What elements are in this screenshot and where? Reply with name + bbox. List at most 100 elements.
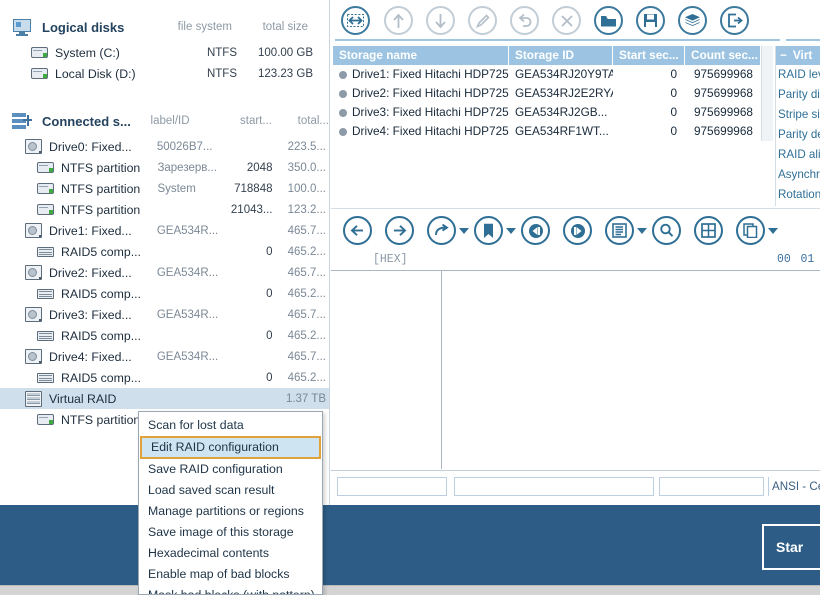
copy-pages-button[interactable]	[736, 216, 765, 245]
tree-item[interactable]: RAID5 comp... 0 465.2...	[0, 325, 329, 346]
raid-comp-icon	[36, 286, 56, 302]
move-up-button[interactable]	[384, 6, 413, 35]
raid-toolbar	[331, 0, 820, 41]
nav-forward-button[interactable]	[385, 216, 414, 245]
menu-item[interactable]: Mask bad blocks (with pattern)	[139, 585, 322, 594]
menu-item[interactable]: Hexadecimal contents	[139, 543, 322, 564]
monitor-icon	[12, 18, 34, 36]
tree-item[interactable]: Drive1: Fixed... GEA534R... 465.7...	[0, 220, 329, 241]
table-row[interactable]: Drive2: Fixed Hitachi HDP7250... GEA534RJ…	[333, 84, 761, 103]
list-item[interactable]: System (C:) NTFS 100.00 GB	[0, 42, 329, 63]
menu-item[interactable]: Enable map of bad blocks	[139, 564, 322, 585]
table-row[interactable]: Drive1: Fixed Hitachi HDP7250... GEA534RJ…	[333, 65, 761, 84]
undo-button[interactable]	[510, 6, 539, 35]
chevron-down-icon[interactable]	[637, 228, 647, 234]
save-floppy-button[interactable]	[636, 6, 665, 35]
exit-apply-button[interactable]	[720, 6, 749, 35]
column-total: total...	[297, 115, 329, 127]
tree-item-label: Drive0: Fixed...	[49, 139, 132, 154]
column-header-start-sector[interactable]: Start sec...	[613, 46, 685, 65]
open-folder-button[interactable]	[594, 6, 623, 35]
tree-item-start: 21043...	[230, 203, 273, 216]
list-item-fs: NTFS	[206, 67, 237, 80]
list-item[interactable]: Local Disk (D:) NTFS 123.23 GB	[0, 63, 329, 84]
tree-item-label: Drive1: Fixed...	[49, 223, 132, 238]
tree-item-start: 2048	[246, 161, 273, 174]
tree-item-total: 1.37 TB	[285, 392, 327, 405]
tree-item-selected[interactable]: Virtual RAID 1.37 TB	[0, 388, 329, 409]
tree-item-label: Virtual RAID	[49, 391, 117, 406]
tree-item[interactable]: NTFS partition 21043... 123.2...	[0, 199, 329, 220]
cell-start-sector: 0	[670, 105, 677, 119]
toolbar-divider	[335, 39, 780, 41]
templates-list-button[interactable]	[605, 216, 634, 245]
drive-icon	[24, 306, 44, 323]
minus-icon[interactable]: −	[780, 46, 787, 65]
logical-disks-group-header[interactable]: Logical disks file system total size	[0, 12, 329, 42]
storage-table[interactable]: Storage name Storage ID Start sec... Cou…	[333, 46, 761, 141]
menu-item[interactable]: Scan for lost data	[139, 415, 322, 436]
column-total-size: total size	[262, 21, 308, 33]
edit-pencil-button[interactable]	[468, 6, 497, 35]
partition-icon	[36, 412, 56, 428]
chevron-down-icon[interactable]	[459, 228, 469, 234]
toolbar-divider-right	[786, 39, 820, 41]
tree-item[interactable]: NTFS partition System 718848 100.0...	[0, 178, 329, 199]
search-button[interactable]	[652, 216, 681, 245]
menu-item[interactable]: Manage partitions or regions	[139, 501, 322, 522]
tree-item-label: RAID5 comp...	[61, 244, 141, 259]
start-button[interactable]: Star	[762, 524, 820, 570]
tree-item-id: System	[157, 182, 196, 195]
partition-icon	[30, 45, 50, 61]
status-field-offset[interactable]	[337, 477, 447, 496]
resize-horizontal-button[interactable]	[341, 6, 370, 35]
encoding-selector[interactable]: ANSI - Ce	[768, 477, 820, 496]
tree-item-label: Drive4: Fixed...	[49, 349, 132, 364]
chevron-down-icon[interactable]	[506, 228, 516, 234]
tree-item-total: 223.5...	[287, 140, 327, 153]
raid-comp-icon	[36, 370, 56, 386]
tree-item[interactable]: RAID5 comp... 0 465.2...	[0, 283, 329, 304]
tree-item-total: 100.0...	[287, 182, 326, 195]
nav-back-button[interactable]	[343, 216, 372, 245]
connected-storages-group-header[interactable]: Connected s... label/ID start... total..…	[0, 106, 329, 136]
property-row-label: Stripe size	[778, 108, 820, 121]
menu-item-highlighted[interactable]: Edit RAID configuration	[140, 436, 321, 459]
tree-item-id: GEA534R...	[156, 266, 219, 279]
jump-next-bookmark-button[interactable]	[563, 216, 592, 245]
bookmark-button[interactable]	[474, 216, 503, 245]
menu-item[interactable]: Save RAID configuration	[139, 459, 322, 480]
cell-storage-id: GEA534RF1WT...	[515, 124, 609, 138]
remove-close-button[interactable]	[552, 6, 581, 35]
cell-storage-name: Drive1: Fixed Hitachi HDP7250...	[333, 65, 509, 84]
tree-item[interactable]: NTFS partition Зарезерв... 2048 350.0...	[0, 157, 329, 178]
column-header-count-sector[interactable]: Count sec...	[685, 46, 761, 65]
tree-item[interactable]: Drive2: Fixed... GEA534R... 465.7...	[0, 262, 329, 283]
table-row[interactable]: Drive3: Fixed Hitachi HDP7250... GEA534RJ…	[333, 103, 761, 122]
layers-button[interactable]	[678, 6, 707, 35]
grid-view-button[interactable]	[694, 216, 723, 245]
tree-item[interactable]: Drive3: Fixed... GEA534R... 465.7...	[0, 304, 329, 325]
hex-content-area[interactable]	[331, 270, 820, 469]
tree-item[interactable]: Drive0: Fixed... 50026B7... 223.5...	[0, 136, 329, 157]
tree-item-label: NTFS partition	[61, 202, 141, 217]
storage-table-scrollbar[interactable]	[761, 46, 773, 141]
menu-item[interactable]: Load saved scan result	[139, 480, 322, 501]
jump-previous-bookmark-button[interactable]	[521, 216, 550, 245]
column-header-storage-name[interactable]: Storage name	[333, 46, 509, 65]
menu-item[interactable]: Save image of this storage	[139, 522, 322, 543]
chevron-down-icon[interactable]	[768, 228, 778, 234]
tree-item[interactable]: RAID5 comp... 0 465.2...	[0, 241, 329, 262]
table-row[interactable]: Drive4: Fixed Hitachi HDP7250... GEA534RF…	[333, 122, 761, 141]
tree-item[interactable]: Drive4: Fixed... GEA534R... 465.7...	[0, 346, 329, 367]
column-header-storage-id[interactable]: Storage ID	[509, 46, 613, 65]
drive-icon	[24, 222, 44, 239]
status-field-selection[interactable]	[454, 477, 654, 496]
status-field-value[interactable]	[659, 477, 764, 496]
storage-context-menu[interactable]: Scan for lost data Edit RAID configuratio…	[138, 411, 323, 595]
move-down-button[interactable]	[426, 6, 455, 35]
properties-panel-header[interactable]: − Virt	[776, 46, 820, 65]
goto-offset-button[interactable]	[427, 216, 456, 245]
hex-status-bar: ANSI - Ce	[331, 470, 820, 502]
tree-item[interactable]: RAID5 comp... 0 465.2...	[0, 367, 329, 388]
